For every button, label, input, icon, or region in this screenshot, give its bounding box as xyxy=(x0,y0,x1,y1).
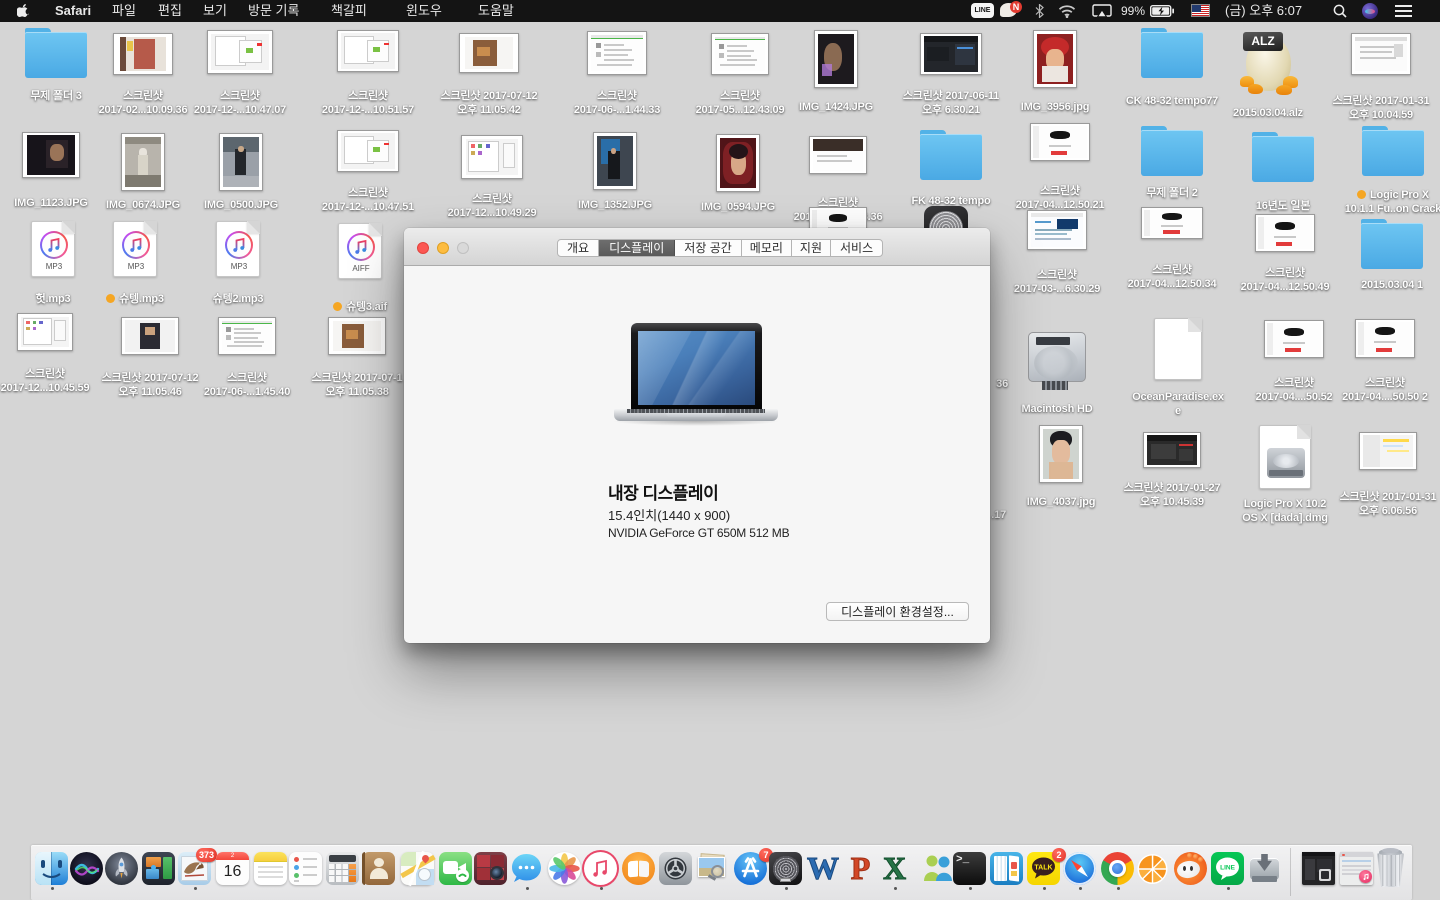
svg-text:W: W xyxy=(807,852,839,885)
svg-text:P: P xyxy=(851,852,871,885)
svg-text:X: X xyxy=(883,852,906,885)
svg-text:TALK: TALK xyxy=(1034,865,1052,872)
svg-text:LINE: LINE xyxy=(1220,865,1235,872)
